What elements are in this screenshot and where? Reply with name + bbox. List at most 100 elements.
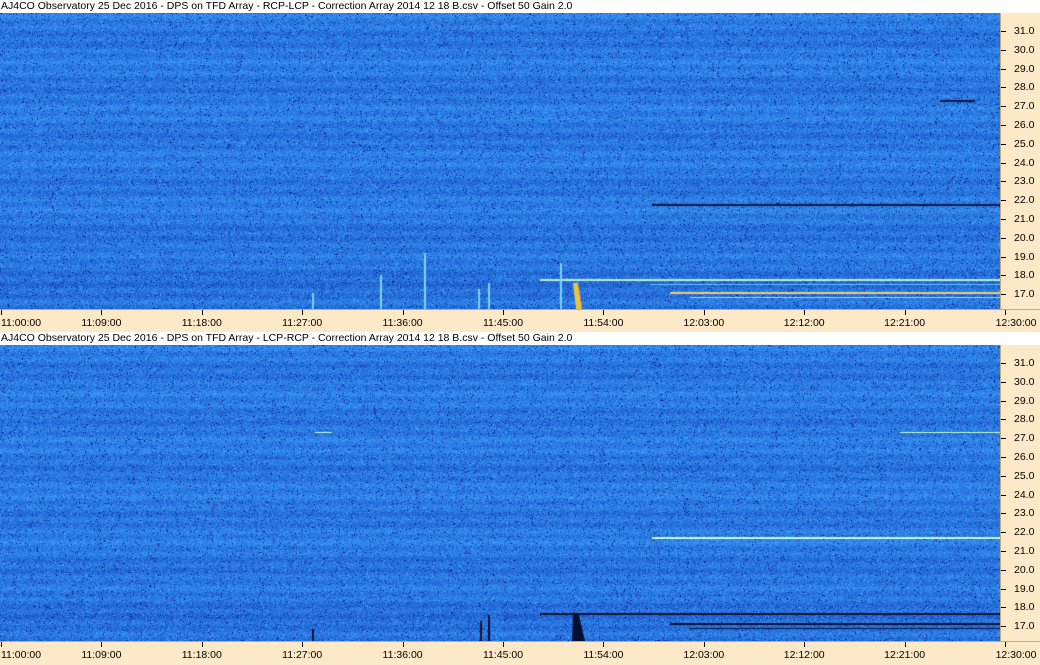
frequency-label: 29.0	[1014, 62, 1035, 75]
time-axis-bottom: 11:00:00 11:09:00 11:18:00 11:27:00 11:36:00…	[0, 641, 1040, 665]
frequency-axis-top: 31.0 30.0 29.0 28.0 27.0 26.0 25.0 24.0 23.0 22.0…	[1000, 13, 1040, 309]
panel-title-bottom: AJ4CO Observatory 25 Dec 2016 - DPS on T…	[0, 332, 1040, 345]
time-label: 12:21:00	[884, 649, 926, 661]
frequency-tick	[1001, 551, 1006, 552]
time-label: 11:27:00	[282, 317, 323, 329]
frequency-tick	[1001, 588, 1006, 590]
frequency-tick	[1001, 68, 1006, 70]
frequency-label: 28.0	[1014, 413, 1035, 426]
time-label: 11:54:00	[583, 649, 624, 661]
frequency-label: 22.0	[1014, 526, 1035, 539]
time-label: 12:30:00	[995, 649, 1037, 661]
time-label: 11:45:00	[482, 649, 524, 661]
frequency-tick	[1001, 87, 1006, 89]
frequency-tick	[1001, 569, 1006, 571]
frequency-label: 26.0	[1014, 451, 1035, 463]
time-label: 11:09:00	[81, 317, 122, 329]
frequency-tick	[1001, 419, 1006, 421]
time-label: 12:03:00	[683, 649, 725, 661]
frequency-tick	[1001, 106, 1006, 108]
time-tick	[302, 642, 304, 647]
frequency-tick	[1001, 513, 1006, 515]
frequency-tick	[1001, 181, 1006, 183]
frequency-label: 23.0	[1014, 507, 1035, 520]
frequency-label: 22.0	[1014, 194, 1035, 207]
time-tick	[402, 310, 404, 315]
time-label: 11:54:00	[583, 317, 624, 329]
time-tick	[201, 642, 203, 647]
frequency-tick	[1001, 256, 1006, 258]
frequency-tick	[1001, 532, 1006, 534]
frequency-label: 21.0	[1014, 545, 1035, 557]
frequency-tick	[1001, 219, 1006, 220]
frequency-label: 31.0	[1014, 25, 1035, 37]
frequency-label: 25.0	[1014, 137, 1035, 150]
time-tick	[1005, 642, 1006, 647]
frequency-tick	[1001, 125, 1006, 126]
frequency-label: 18.0	[1014, 269, 1035, 282]
frequency-label: 27.0	[1014, 432, 1035, 445]
frequency-label: 24.0	[1014, 488, 1035, 501]
time-tick	[904, 642, 906, 647]
time-tick	[503, 642, 504, 647]
frequency-tick	[1001, 475, 1006, 477]
frequency-label: 27.0	[1014, 100, 1035, 113]
frequency-label: 25.0	[1014, 469, 1035, 482]
frequency-tick	[1001, 363, 1006, 364]
time-label: 12:12:00	[783, 649, 825, 661]
time-label: 11:00:00	[0, 649, 42, 661]
frequency-label: 30.0	[1014, 375, 1035, 388]
time-tick	[1, 642, 2, 647]
time-tick	[101, 310, 103, 315]
frequency-tick	[1001, 31, 1006, 32]
time-tick	[201, 310, 203, 315]
frequency-label: 23.0	[1014, 175, 1035, 188]
frequency-label: 19.0	[1014, 582, 1035, 595]
time-tick	[603, 310, 605, 315]
frequency-tick	[1001, 438, 1006, 440]
time-label: 11:09:00	[81, 649, 122, 661]
frequency-label: 20.0	[1014, 563, 1035, 576]
frequency-tick	[1001, 237, 1006, 239]
time-label: 11:18:00	[181, 649, 222, 661]
time-tick	[804, 642, 806, 647]
frequency-tick	[1001, 143, 1006, 145]
time-label: 11:36:00	[382, 649, 423, 661]
time-tick	[503, 310, 504, 315]
panel-title-top: AJ4CO Observatory 25 Dec 2016 - DPS on T…	[0, 0, 1040, 13]
frequency-tick	[1001, 294, 1006, 296]
frequency-tick	[1001, 381, 1006, 383]
frequency-tick	[1001, 400, 1006, 402]
frequency-tick	[1001, 162, 1006, 164]
time-tick	[804, 310, 806, 315]
frequency-tick	[1001, 607, 1006, 609]
frequency-tick	[1001, 49, 1006, 51]
frequency-label: 28.0	[1014, 81, 1035, 94]
frequency-label: 21.0	[1014, 213, 1035, 225]
frequency-tick	[1001, 200, 1006, 202]
frequency-label: 18.0	[1014, 601, 1035, 614]
time-tick	[302, 310, 304, 315]
time-label: 12:03:00	[683, 317, 725, 329]
time-tick	[101, 642, 103, 647]
time-tick	[402, 642, 404, 647]
time-tick	[703, 642, 705, 647]
spectrogram-rcp-lcp[interactable]	[0, 13, 1000, 309]
time-tick	[904, 310, 906, 315]
time-label: 11:18:00	[181, 317, 222, 329]
frequency-axis-bottom: 31.0 30.0 29.0 28.0 27.0 26.0 25.0 24.0 23.0 22.0…	[1000, 345, 1040, 641]
frequency-label: 31.0	[1014, 357, 1035, 369]
time-label: 11:27:00	[282, 649, 323, 661]
time-tick	[1005, 310, 1006, 315]
time-label: 12:21:00	[884, 317, 926, 329]
frequency-label: 26.0	[1014, 119, 1035, 131]
frequency-label: 17.0	[1014, 620, 1035, 633]
frequency-label: 20.0	[1014, 231, 1035, 244]
time-label: 11:36:00	[382, 317, 423, 329]
time-label: 12:12:00	[783, 317, 825, 329]
frequency-label: 17.0	[1014, 288, 1035, 301]
frequency-label: 30.0	[1014, 43, 1035, 56]
time-label: 11:00:00	[0, 317, 42, 329]
frequency-label: 29.0	[1014, 394, 1035, 407]
spectrogram-lcp-rcp[interactable]	[0, 345, 1000, 641]
